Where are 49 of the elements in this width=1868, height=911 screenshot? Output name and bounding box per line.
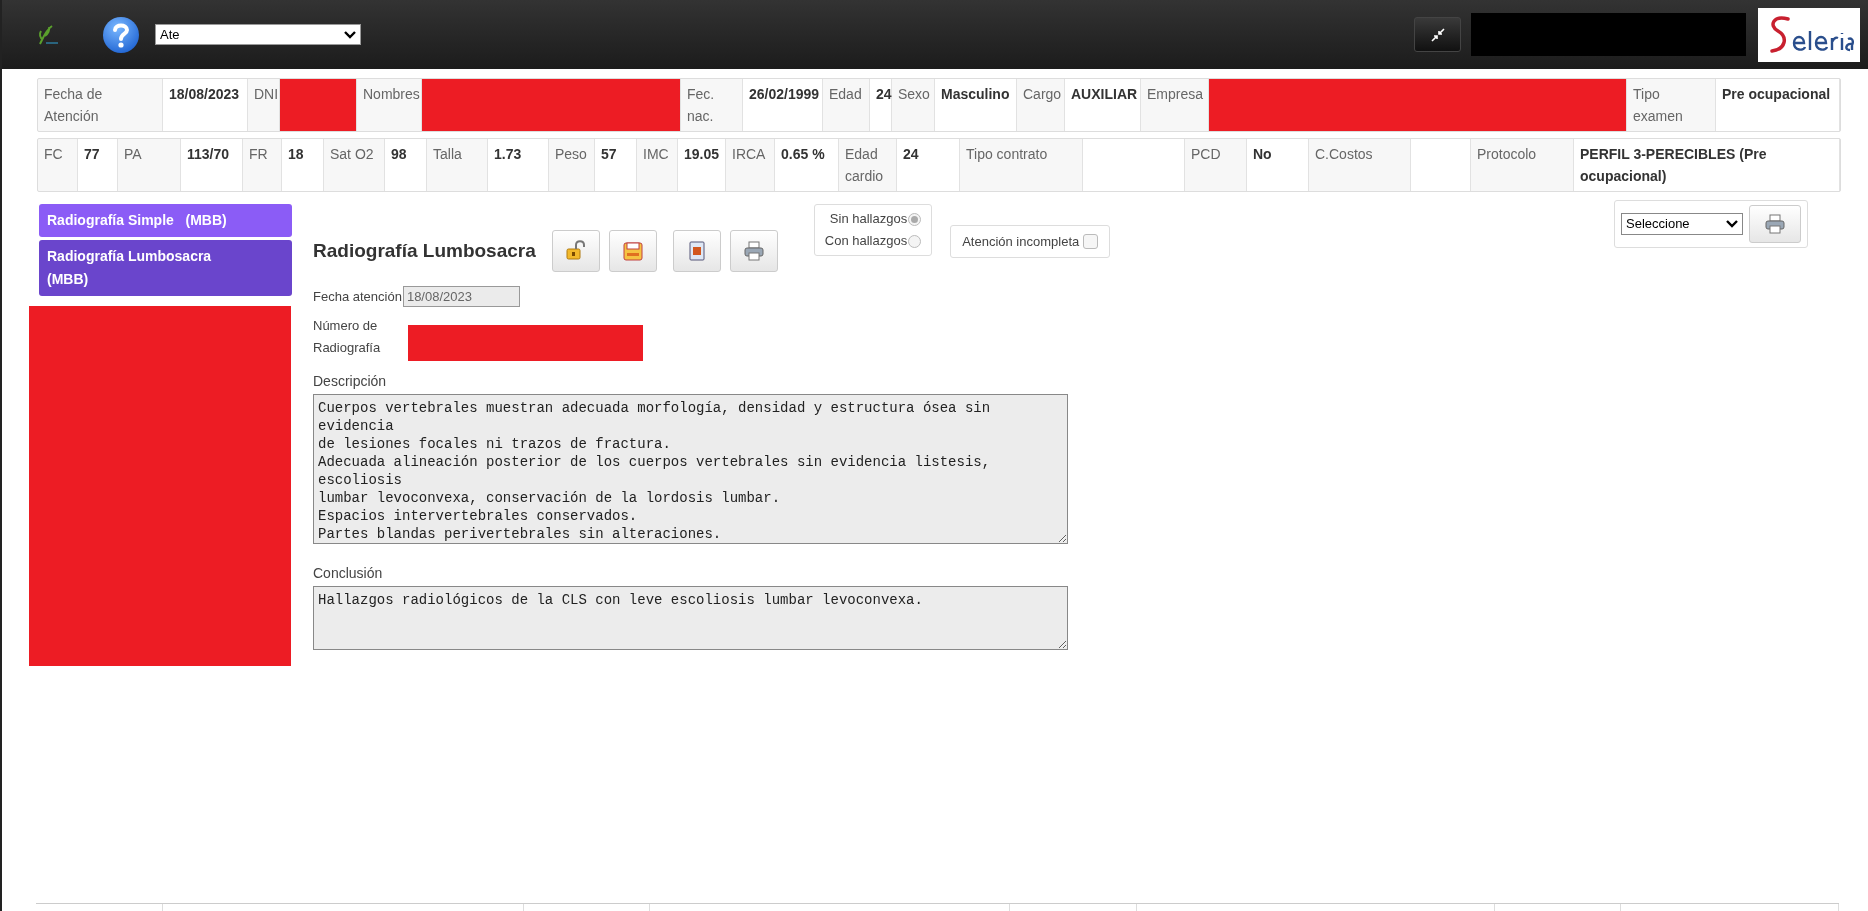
report-select[interactable]: Seleccione <box>1621 213 1743 235</box>
leaf-logo-icon <box>36 23 60 46</box>
conclusion-field[interactable]: Hallazgos radiológicos de la CLS con leve escoliosis lumbar levoconvexa. <box>313 586 1068 650</box>
field-value: 18 <box>282 139 324 191</box>
field-label: Fecha atención <box>313 287 402 306</box>
field-value: 24 <box>870 79 892 131</box>
field-value: 1.73 <box>488 139 549 191</box>
field-value: 19.05 <box>678 139 726 191</box>
field-value: Masculino <box>935 79 1017 131</box>
location-select[interactable]: Ate <box>155 24 361 45</box>
print-button[interactable] <box>1749 205 1801 243</box>
radio-button[interactable] <box>908 234 922 248</box>
unlock-button[interactable] <box>551 230 600 272</box>
field-value: PERFIL 3-PERECIBLES (Pre ocupacional) <box>1574 139 1840 191</box>
field-value: 24 <box>897 139 960 191</box>
radio-label: Con hallazgos <box>824 232 908 250</box>
field-value: 57 <box>595 139 637 191</box>
printer-icon <box>741 239 766 263</box>
chevron-down-icon <box>344 30 356 39</box>
chevron-down-icon <box>1726 220 1738 228</box>
sidebar-item[interactable]: Radiografía Simple (MBB) <box>39 204 292 237</box>
radio-label: Sin hallazgos <box>829 210 908 228</box>
collapse-icon <box>1430 27 1445 42</box>
field-value: No <box>1247 139 1309 191</box>
checkbox-label: Atención incompleta <box>962 232 1080 251</box>
field-value: AUXILIAR <box>1065 79 1141 131</box>
field-value: 98 <box>385 139 427 191</box>
field-value: 0.65 % <box>775 139 839 191</box>
field-label: Conclusión <box>313 564 384 583</box>
form-title: Radiografía Lumbosacra <box>313 238 536 263</box>
sidebar-item[interactable]: Radiografía Lumbosacra (MBB) <box>39 240 292 296</box>
date-field[interactable]: 18/08/2023 <box>402 286 520 307</box>
field-value: 18/08/2023 <box>163 79 248 131</box>
collapse-button[interactable] <box>1414 17 1461 52</box>
document-button[interactable] <box>672 230 721 272</box>
field-label: Descripción <box>313 372 388 391</box>
field-value: Pre ocupacional <box>1716 79 1840 131</box>
printer-icon <box>1763 212 1787 236</box>
description-field[interactable]: Cuerpos vertebrales muestran adecuada morfología, densidad y estructura ósea sin evidencia de lesiones focales ni trazos de fractura. Adecuada alineación posterior de los cuerpos vertebrales sin evidencia listesis, escoliosis lumbar levoconvexa, conservación de la lordosis lumbar. Espacios intervertebrales conservados. Partes blandas perivertebrales sin alteraciones. <box>313 394 1068 544</box>
print-button[interactable] <box>729 230 778 272</box>
padlock-icon <box>563 239 588 263</box>
field-value: 77 <box>78 139 118 191</box>
help-icon[interactable] <box>102 15 140 54</box>
field-value: 113/70 <box>181 139 243 191</box>
checkbox[interactable] <box>1083 234 1099 249</box>
radio-button[interactable] <box>908 212 922 226</box>
field-value: 26/02/1999 <box>743 79 823 131</box>
field-label: Número de Radiografía <box>313 317 382 357</box>
save-button[interactable] <box>608 230 657 272</box>
